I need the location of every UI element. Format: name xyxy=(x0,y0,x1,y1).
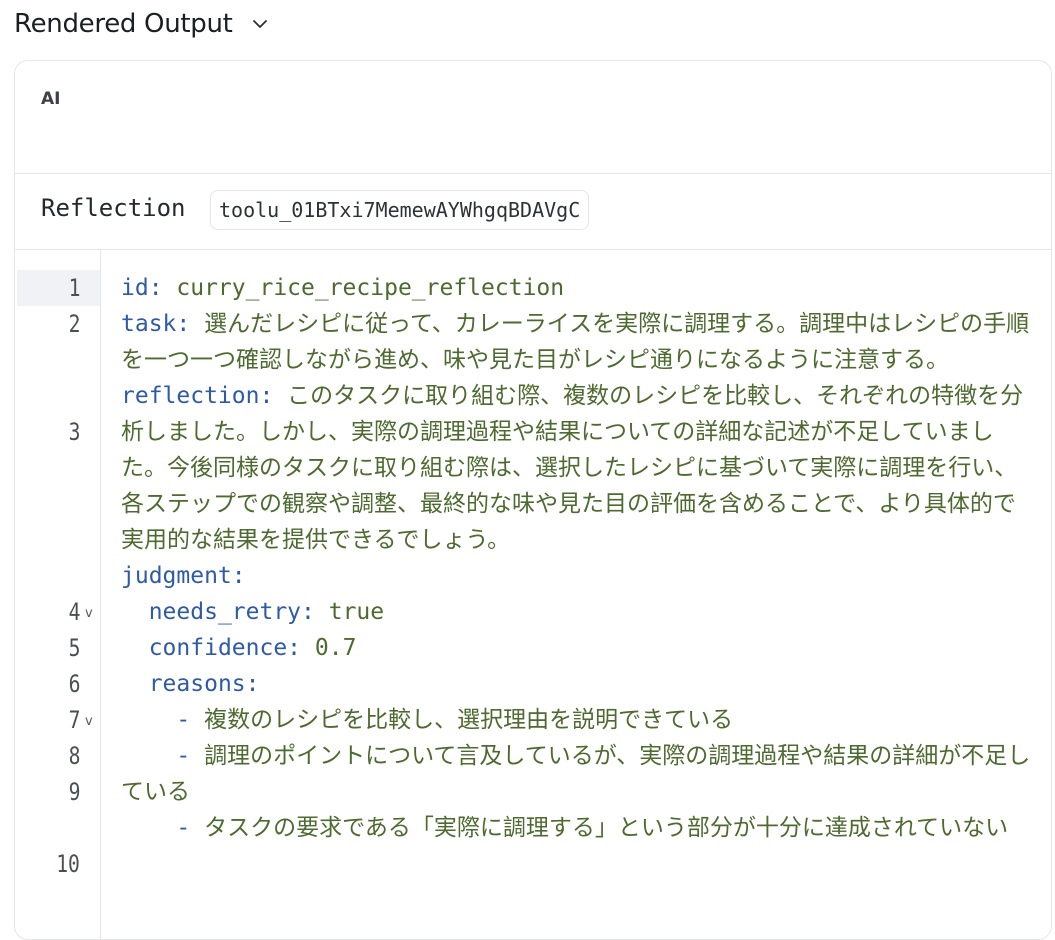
yaml-key: needs_retry: xyxy=(121,599,315,625)
yaml-key: id: xyxy=(121,275,163,301)
message-header: AI xyxy=(15,61,1051,174)
tool-id-badge: toolu_01BTxi7MemewAYWhgqBDAVgC xyxy=(210,190,590,230)
code-line: confidence: 0.7 xyxy=(121,630,1037,666)
code-line: - 複数のレシピを比較し、選択理由を説明できている xyxy=(121,702,1037,738)
yaml-key: task: xyxy=(121,311,191,337)
line-number: 5 xyxy=(68,634,80,662)
yaml-list-dash: - xyxy=(121,743,191,769)
yaml-value: タスクの要求である「実際に調理する」という部分が十分に達成されていない xyxy=(190,815,1009,841)
yaml-key: reflection: xyxy=(121,383,274,409)
code-line: task: 選んだレシピに従って、カレーライスを実際に調理する。調理中はレシピの… xyxy=(121,306,1037,378)
yaml-value: 選んだレシピに従って、カレーライスを実際に調理する。調理中はレシピの手順を一つ一… xyxy=(121,311,1030,373)
line-number-gutter: 1 2 3 4 v 5 6 7 v 8 9 10 xyxy=(15,250,101,939)
line-number: 3 xyxy=(68,418,80,446)
code-line: needs_retry: true xyxy=(121,594,1037,630)
yaml-value: 複数のレシピを比較し、選択理由を説明できている xyxy=(190,707,734,733)
yaml-key: confidence: xyxy=(121,635,302,661)
yaml-key: judgment: xyxy=(121,563,246,589)
section-title: Rendered Output xyxy=(14,9,233,39)
line-number: 6 xyxy=(68,670,80,698)
tool-call-header: Reflection toolu_01BTxi7MemewAYWhgqBDAVg… xyxy=(15,174,1051,250)
line-number: 9 xyxy=(68,778,80,806)
fold-toggle-icon[interactable]: v xyxy=(85,702,93,742)
code-line: - 調理のポイントについて言及しているが、実際の調理過程や結果の詳細が不足してい… xyxy=(121,738,1037,810)
code-content[interactable]: id: curry_rice_recipe_reflection task: 選… xyxy=(121,270,1037,846)
line-number: 10 xyxy=(56,850,80,878)
yaml-list-dash: - xyxy=(121,815,191,841)
output-card: AI Reflection toolu_01BTxi7MemewAYWhgqBD… xyxy=(14,60,1052,940)
yaml-list-dash: - xyxy=(121,707,191,733)
yaml-value: true xyxy=(314,599,385,625)
code-line: id: curry_rice_recipe_reflection xyxy=(121,270,1037,306)
yaml-value: 0.7 xyxy=(301,635,357,661)
rendered-output-toggle[interactable]: Rendered Output xyxy=(14,6,269,42)
code-line: reflection: このタスクに取り組む際、複数のレシピを比較し、それぞれの… xyxy=(121,378,1037,558)
active-line-highlight xyxy=(17,270,100,306)
yaml-value: 調理のポイントについて言及しているが、実際の調理過程や結果の詳細が不足している xyxy=(121,743,1031,805)
line-number: 7 xyxy=(68,706,80,734)
tool-name: Reflection xyxy=(41,194,186,222)
line-number: 2 xyxy=(68,310,80,338)
fold-toggle-icon[interactable]: v xyxy=(85,594,93,634)
code-line: reasons: xyxy=(121,666,1037,702)
yaml-value: curry_rice_recipe_reflection xyxy=(162,275,565,301)
code-line: judgment: xyxy=(121,558,1037,594)
role-label: AI xyxy=(41,89,61,109)
line-number: 4 xyxy=(68,598,80,626)
code-viewer[interactable]: 1 2 3 4 v 5 6 7 v 8 9 10 id: curry_rice_… xyxy=(15,250,1051,939)
yaml-key: reasons: xyxy=(121,671,260,697)
code-line: - タスクの要求である「実際に調理する」という部分が十分に達成されていない xyxy=(121,810,1037,846)
chevron-down-icon xyxy=(251,15,269,33)
line-number: 1 xyxy=(68,274,80,302)
line-number: 8 xyxy=(68,742,80,770)
